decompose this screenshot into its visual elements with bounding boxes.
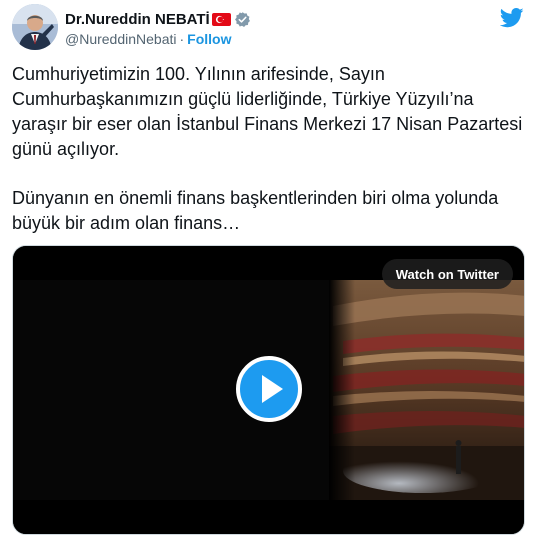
author-handle-row: @NureddinNebati · Follow — [65, 31, 232, 47]
author-display-name[interactable]: Dr.Nureddin NEBATİ — [65, 11, 210, 28]
separator-dot: · — [179, 31, 185, 47]
verified-badge-icon — [234, 11, 251, 28]
video-player[interactable]: Watch on Twitter — [12, 245, 525, 535]
twitter-bird-icon[interactable] — [499, 8, 524, 28]
author-name-row: Dr.Nureddin NEBATİ — [65, 9, 251, 29]
follow-link[interactable]: Follow — [187, 31, 231, 47]
play-button[interactable] — [236, 356, 302, 422]
watch-on-twitter-button[interactable]: Watch on Twitter — [381, 259, 513, 289]
tweet-text: Cumhuriyetimizin 100. Yılının arifesinde… — [12, 62, 527, 236]
play-icon — [262, 375, 283, 403]
author-handle[interactable]: @NureddinNebati — [65, 31, 177, 47]
tweet-card: Dr.Nureddin NEBATİ @NureddinNebati · Fol… — [0, 0, 537, 543]
tweet-paragraph-1: Cumhuriyetimizin 100. Yılının arifesinde… — [12, 64, 523, 159]
turkey-flag-icon — [211, 12, 231, 26]
avatar[interactable] — [12, 4, 58, 50]
tweet-paragraph-2: Dünyanın en önemli finans başkentlerinde… — [12, 188, 499, 233]
